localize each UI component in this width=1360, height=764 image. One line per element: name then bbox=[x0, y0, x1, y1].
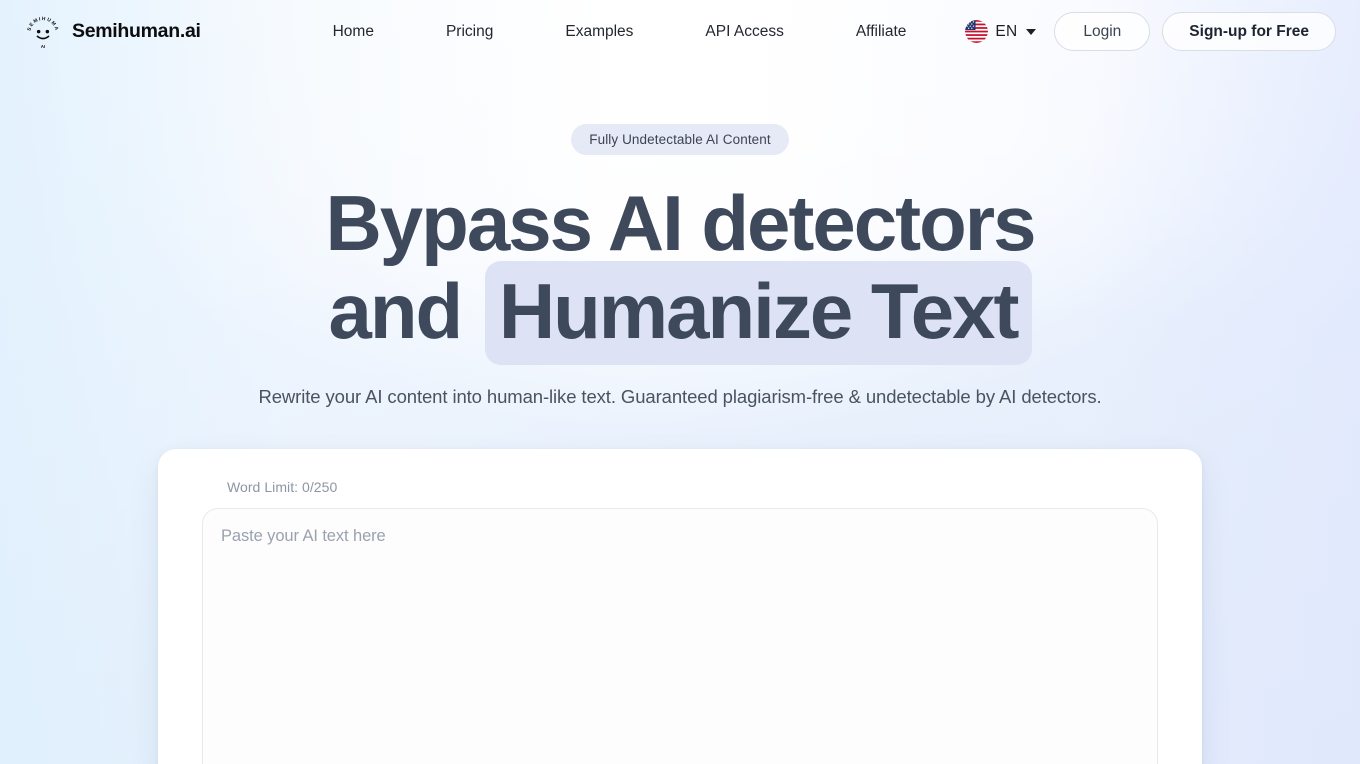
hero-section: Fully Undetectable AI Content Bypass AI … bbox=[0, 63, 1360, 408]
main-navigation: Home Pricing Examples API Access Affilia… bbox=[297, 17, 943, 47]
headline-highlight: Humanize Text bbox=[484, 261, 1032, 365]
headline-line-2: and Humanize Text bbox=[0, 261, 1360, 365]
nav-item-home[interactable]: Home bbox=[297, 17, 410, 47]
humanizer-card: Word Limit: 0/250 Paste your AI text her… bbox=[158, 449, 1202, 764]
language-selector[interactable]: EN bbox=[959, 16, 1042, 47]
nav-item-api-access[interactable]: API Access bbox=[669, 17, 819, 47]
nav-item-examples[interactable]: Examples bbox=[529, 17, 669, 47]
semihuman-smiley-logo-icon: SEMIHUMAN AI bbox=[24, 13, 60, 49]
svg-text:AI: AI bbox=[41, 44, 45, 49]
page-subtitle: Rewrite your AI content into human-like … bbox=[258, 386, 1102, 407]
ai-text-input-placeholder: Paste your AI text here bbox=[221, 527, 386, 545]
site-header: SEMIHUMAN AI Semihuman.ai Home Pricing E… bbox=[0, 0, 1360, 63]
status-badge: Fully Undetectable AI Content bbox=[571, 124, 789, 155]
chevron-down-icon bbox=[1026, 28, 1037, 35]
headline-line-1: Bypass AI detectors bbox=[325, 179, 1036, 267]
signup-button[interactable]: Sign-up for Free bbox=[1162, 11, 1336, 52]
ai-text-input-container[interactable]: Paste your AI text here bbox=[202, 508, 1158, 764]
svg-text:SEMIHUMAN: SEMIHUMAN bbox=[24, 13, 60, 32]
headline-prefix: and bbox=[328, 267, 463, 355]
language-code: EN bbox=[995, 22, 1018, 40]
page-title: Bypass AI detectors and Humanize Text bbox=[0, 179, 1360, 365]
nav-item-affiliate[interactable]: Affiliate bbox=[820, 17, 943, 47]
login-button[interactable]: Login bbox=[1054, 11, 1151, 52]
brand-logo-link[interactable]: SEMIHUMAN AI Semihuman.ai bbox=[24, 13, 201, 51]
us-flag-icon bbox=[965, 20, 989, 43]
word-limit-label: Word Limit: 0/250 bbox=[227, 479, 338, 495]
header-actions: EN Login Sign-up for Free bbox=[959, 11, 1336, 52]
nav-item-pricing[interactable]: Pricing bbox=[410, 17, 529, 47]
brand-name: Semihuman.ai bbox=[72, 20, 201, 42]
